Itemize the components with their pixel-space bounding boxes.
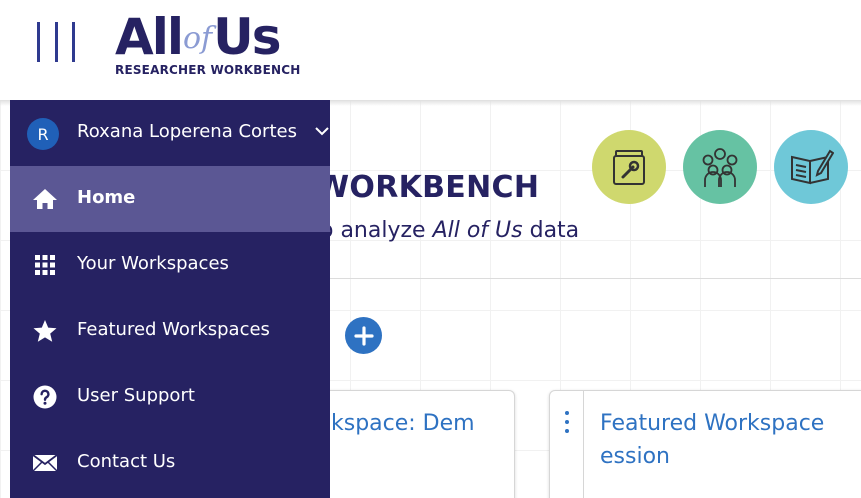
workspace-card-title[interactable]: kspace: Dem	[331, 407, 475, 440]
book-pencil-icon[interactable]	[774, 130, 848, 204]
logo-subtitle: RESEARCHER WORKBENCH	[115, 63, 301, 77]
grid-icon	[32, 253, 58, 277]
hero-title: WORKBENCH	[316, 170, 540, 205]
sidebar-nav: R Roxana Loperena Cortes Home Your Works…	[10, 100, 330, 498]
help-circle-icon	[32, 385, 58, 409]
chevron-down-icon	[315, 127, 329, 136]
sidebar-item-label: Contact Us	[77, 451, 176, 472]
workspace-card[interactable]: Featured Workspace ession	[549, 390, 861, 498]
sidebar-item-user-support[interactable]: User Support	[10, 364, 330, 430]
sidebar-item-featured-workspaces[interactable]: Featured Workspaces	[10, 298, 330, 364]
top-header: AllofUs RESEARCHER WORKBENCH	[0, 0, 861, 100]
user-menu-toggle[interactable]: R Roxana Loperena Cortes	[10, 100, 330, 166]
create-workspace-button[interactable]	[345, 317, 382, 354]
sidebar-item-your-workspaces[interactable]: Your Workspaces	[10, 232, 330, 298]
plus-icon	[353, 325, 374, 346]
sidebar-item-label: Featured Workspaces	[77, 319, 270, 340]
user-name: Roxana Loperena Cortes	[77, 121, 297, 142]
sidebar-item-label: User Support	[77, 385, 195, 406]
kebab-menu-icon[interactable]	[550, 391, 584, 498]
avatar: R	[27, 118, 59, 150]
workspace-card-title[interactable]: Featured Workspace ession	[600, 407, 861, 473]
sidebar-item-home[interactable]: Home	[10, 166, 330, 232]
toolbox-icon[interactable]	[592, 130, 666, 204]
sidebar-item-label: Home	[77, 187, 136, 208]
hero-subtitle: o analyze All of Us data	[320, 218, 580, 243]
workspace-card[interactable]: kspace: Dem	[300, 390, 515, 498]
star-icon	[32, 319, 58, 343]
all-of-us-logo[interactable]: AllofUs RESEARCHER WORKBENCH	[115, 8, 330, 80]
hamburger-menu-icon[interactable]	[37, 22, 75, 62]
people-icon[interactable]	[683, 130, 757, 204]
sidebar-item-contact-us[interactable]: Contact Us	[10, 430, 330, 496]
envelope-icon	[32, 451, 58, 475]
app-page: AllofUs RESEARCHER WORKBENCH WORKBENCH o…	[0, 0, 861, 498]
logo-wordmark: AllofUs	[115, 8, 282, 66]
home-icon	[32, 187, 58, 211]
sidebar-item-label: Your Workspaces	[77, 253, 229, 274]
